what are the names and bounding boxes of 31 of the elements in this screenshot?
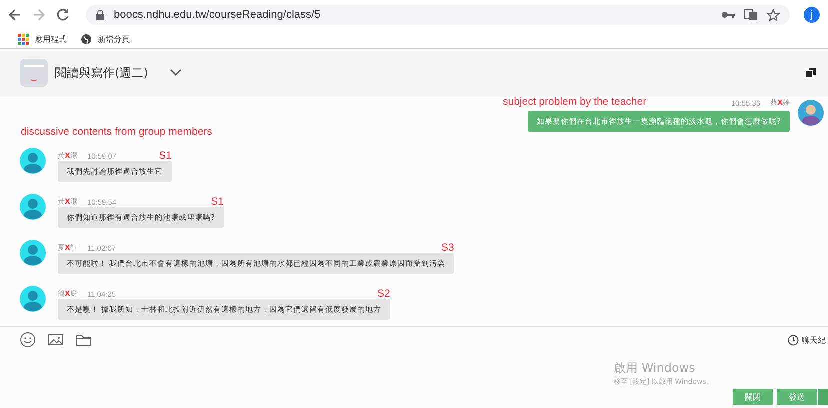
key-icon[interactable] — [721, 10, 735, 20]
clock-icon — [788, 334, 799, 346]
chevron-down-icon[interactable] — [170, 69, 182, 77]
apps-grid-icon — [18, 34, 29, 44]
user-avatar — [20, 194, 46, 220]
lock-icon — [96, 10, 105, 20]
speaker-tag: S1 — [159, 150, 172, 161]
course-title[interactable]: 閱讀與寫作(週二) — [55, 64, 148, 82]
globe-icon — [81, 34, 92, 44]
profile-avatar[interactable]: j — [804, 7, 820, 23]
user-avatar — [20, 148, 46, 174]
url-text: boocs.ndhu.edu.tw/courseReading/class/5 — [114, 9, 321, 21]
address-bar[interactable]: boocs.ndhu.edu.tw/courseReading/class/5 — [86, 5, 790, 25]
user-avatar — [20, 286, 46, 312]
bookmark-link[interactable]: 新增分頁 — [81, 34, 130, 44]
user-avatar — [798, 100, 824, 126]
reload-icon[interactable] — [56, 8, 70, 22]
speaker-tag: S1 — [211, 196, 224, 207]
user-avatar — [20, 240, 46, 266]
annotation-text: discussive contents from group members — [21, 126, 214, 138]
annotation-text: subject problem by the teacher — [503, 96, 647, 108]
chat-history-link[interactable]: 聊天紀 — [788, 334, 826, 346]
speaker-tag: S3 — [442, 242, 454, 253]
back-icon[interactable] — [8, 8, 22, 22]
bookmark-link[interactable]: 應用程式 — [18, 34, 67, 44]
image-icon[interactable] — [48, 332, 64, 348]
course-cover-icon — [20, 59, 48, 87]
emoji-icon[interactable] — [20, 332, 36, 348]
activation-title: 啟用 Windows — [614, 360, 696, 377]
speaker-tag: S2 — [378, 288, 390, 299]
star-icon[interactable] — [767, 8, 780, 22]
